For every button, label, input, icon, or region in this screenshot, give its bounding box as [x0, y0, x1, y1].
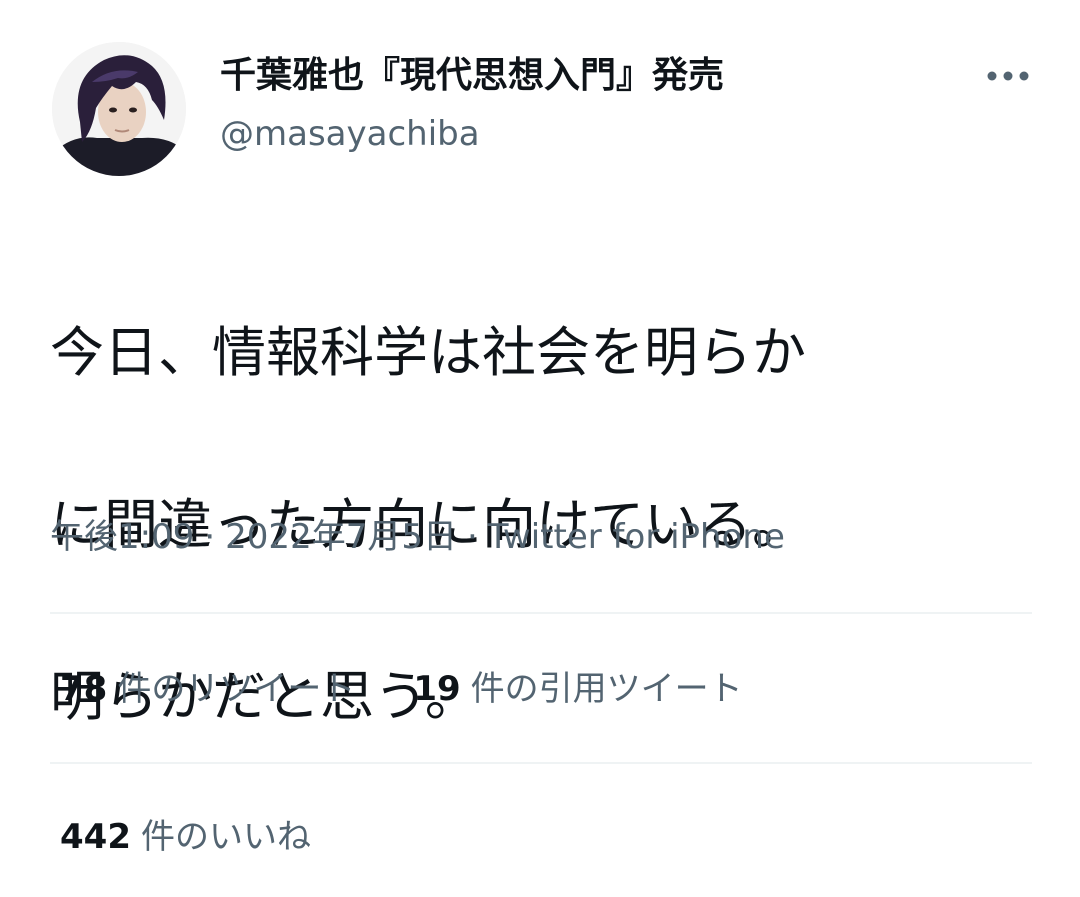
author-handle[interactable]: @masayachiba — [220, 112, 480, 156]
meta-separator: · — [466, 517, 478, 557]
avatar-image — [52, 42, 186, 176]
retweets-stat[interactable]: 78 件のリツイート — [60, 666, 355, 712]
retweets-label: 件のリツイート — [117, 669, 356, 709]
likes-stat[interactable]: 442 件のいいね — [60, 814, 311, 860]
tweet-text-line: 今日、情報科学は社会を明らか — [50, 321, 806, 384]
more-horizontal-icon — [987, 71, 1029, 81]
quote-tweets-stat[interactable]: 19 件の引用ツイート — [413, 666, 742, 712]
quote-tweets-label: 件の引用ツイート — [470, 669, 743, 709]
tweet: 千葉雅也『現代思想入門』発売 @masayachiba 今日、情報科学は社会を明… — [0, 0, 1080, 897]
tweet-source-link[interactable]: Twitter for iPhone — [488, 517, 785, 557]
quote-tweets-count: 19 — [413, 669, 461, 709]
engagement-row: 78 件のリツイート 19 件の引用ツイート — [60, 666, 743, 712]
divider — [50, 762, 1032, 764]
likes-label: 件のいいね — [140, 817, 311, 857]
author-display-name[interactable]: 千葉雅也『現代思想入門』発売 — [220, 54, 724, 98]
more-options-button[interactable] — [978, 58, 1038, 94]
meta-separator: · — [204, 517, 216, 557]
retweets-count: 78 — [60, 669, 108, 709]
divider — [50, 612, 1032, 614]
likes-count: 442 — [60, 817, 131, 857]
tweet-date[interactable]: 2022年7月5日 — [225, 517, 457, 557]
likes-row: 442 件のいいね — [60, 814, 311, 860]
tweet-time[interactable]: 午後1:09 — [50, 517, 194, 557]
tweet-metadata: 午後1:09 · 2022年7月5日 · Twitter for iPhone — [50, 514, 785, 560]
avatar[interactable] — [52, 42, 186, 176]
